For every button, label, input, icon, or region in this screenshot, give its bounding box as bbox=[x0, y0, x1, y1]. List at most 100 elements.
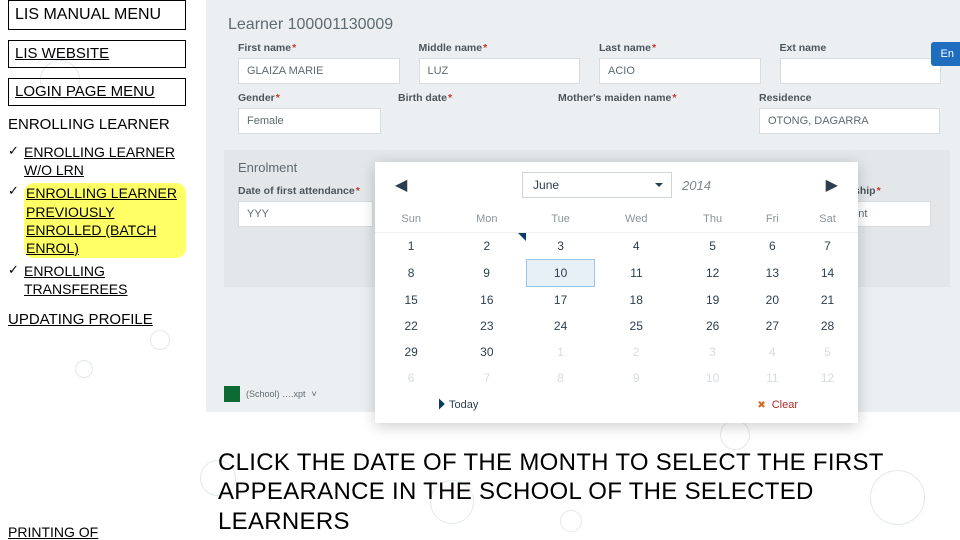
mother-name-label: Mother's maiden name bbox=[558, 92, 749, 104]
ext-name-input[interactable] bbox=[780, 58, 942, 84]
clear-button[interactable]: Clear bbox=[757, 399, 798, 411]
birth-date-label: Birth date bbox=[398, 92, 548, 104]
datepicker[interactable]: ◀ June 2014 ▶ SunMonTueWedThuFriSat 1234… bbox=[375, 162, 858, 423]
calendar-day[interactable]: 4 bbox=[748, 339, 797, 365]
first-name-input[interactable]: GLAIZA MARIE bbox=[238, 58, 400, 84]
login-page-link-box[interactable]: LOGIN PAGE MENU bbox=[8, 78, 186, 106]
middle-name-label: Middle name bbox=[419, 42, 590, 54]
weekday-label: Tue bbox=[526, 206, 594, 233]
export-xls-tab[interactable]: (School) ….xpt ˅ bbox=[224, 386, 317, 402]
weekday-label: Fri bbox=[748, 206, 797, 233]
calendar-day[interactable]: 20 bbox=[748, 287, 797, 314]
check-icon: ✓ bbox=[8, 143, 24, 159]
ext-name-label: Ext name bbox=[780, 42, 951, 54]
weekday-label: Mon bbox=[447, 206, 526, 233]
calendar-day[interactable]: 2 bbox=[595, 339, 678, 365]
learner-header: Learner 100001130009 bbox=[228, 16, 950, 34]
calendar-day[interactable]: 7 bbox=[797, 233, 858, 260]
sidebar-item[interactable]: ✓ENROLLING LEARNER W/O LRN bbox=[8, 143, 186, 179]
weekday-label: Sat bbox=[797, 206, 858, 233]
calendar-day[interactable]: 6 bbox=[748, 233, 797, 260]
sidebar-item-label[interactable]: ENROLLING LEARNER PREVIOUSLY ENROLLED (B… bbox=[24, 183, 186, 258]
calendar-day[interactable]: 17 bbox=[526, 287, 594, 314]
enrolling-submenu: ✓ENROLLING LEARNER W/O LRN✓ENROLLING LEA… bbox=[8, 143, 186, 299]
calendar-day[interactable]: 3 bbox=[526, 233, 594, 260]
residence-label: Residence bbox=[759, 92, 950, 104]
calendar-day[interactable]: 27 bbox=[748, 313, 797, 339]
sidebar-title: LIS MANUAL MENU bbox=[15, 5, 179, 25]
today-button[interactable]: Today bbox=[435, 399, 478, 411]
calendar-day[interactable]: 5 bbox=[797, 339, 858, 365]
learner-id: 100001130009 bbox=[288, 16, 394, 33]
check-icon: ✓ bbox=[8, 262, 24, 278]
calendar-day[interactable]: 26 bbox=[678, 313, 748, 339]
weekday-label: Sun bbox=[375, 206, 447, 233]
updating-profile-link[interactable]: UPDATING PROFILE bbox=[8, 311, 186, 328]
calendar-day[interactable]: 7 bbox=[447, 365, 526, 391]
weekday-label: Thu bbox=[678, 206, 748, 233]
calendar-day[interactable]: 1 bbox=[375, 233, 447, 260]
calendar-day[interactable]: 22 bbox=[375, 313, 447, 339]
calendar-day[interactable]: 29 bbox=[375, 339, 447, 365]
calendar-day[interactable]: 10 bbox=[526, 260, 594, 287]
next-month-icon[interactable]: ▶ bbox=[820, 175, 844, 195]
sidebar-item[interactable]: ✓ENROLLING TRANSFEREES bbox=[8, 262, 186, 298]
calendar-day[interactable]: 24 bbox=[526, 313, 594, 339]
calendar-day[interactable]: 4 bbox=[595, 233, 678, 260]
calendar-day[interactable]: 12 bbox=[797, 365, 858, 391]
calendar-day[interactable]: 9 bbox=[447, 260, 526, 287]
calendar-day[interactable]: 28 bbox=[797, 313, 858, 339]
calendar-day[interactable]: 21 bbox=[797, 287, 858, 314]
weekday-label: Wed bbox=[595, 206, 678, 233]
sidebar-item-label[interactable]: ENROLLING TRANSFEREES bbox=[24, 262, 186, 298]
calendar-day[interactable]: 5 bbox=[678, 233, 748, 260]
lis-website-link-box[interactable]: LIS WEBSITE bbox=[8, 40, 186, 68]
calendar-day[interactable]: 23 bbox=[447, 313, 526, 339]
year-label: 2014 bbox=[682, 178, 711, 193]
enrol-badge[interactable]: En bbox=[931, 42, 960, 66]
calendar-day[interactable]: 13 bbox=[748, 260, 797, 287]
sidebar-title-box: LIS MANUAL MENU bbox=[8, 0, 186, 30]
middle-name-input[interactable]: LUZ bbox=[419, 58, 581, 84]
prev-month-icon[interactable]: ◀ bbox=[389, 175, 413, 195]
calendar-day[interactable]: 9 bbox=[595, 365, 678, 391]
calendar-grid: SunMonTueWedThuFriSat 123456789101112131… bbox=[375, 206, 858, 391]
calendar-day[interactable]: 6 bbox=[375, 365, 447, 391]
lis-website-link[interactable]: LIS WEBSITE bbox=[15, 45, 109, 62]
calendar-day[interactable]: 12 bbox=[678, 260, 748, 287]
first-name-label: First name bbox=[238, 42, 409, 54]
enrolling-learner-heading: ENROLLING LEARNER bbox=[8, 116, 186, 133]
calendar-day[interactable]: 11 bbox=[748, 365, 797, 391]
month-select[interactable]: June bbox=[522, 172, 672, 198]
calendar-day[interactable]: 18 bbox=[595, 287, 678, 314]
calendar-day[interactable]: 30 bbox=[447, 339, 526, 365]
last-name-label: Last name bbox=[599, 42, 770, 54]
calendar-day[interactable]: 19 bbox=[678, 287, 748, 314]
sidebar-item-label[interactable]: ENROLLING LEARNER W/O LRN bbox=[24, 143, 186, 179]
calendar-day[interactable]: 14 bbox=[797, 260, 858, 287]
learner-label: Learner bbox=[228, 16, 283, 33]
calendar-day[interactable]: 8 bbox=[375, 260, 447, 287]
calendar-day[interactable]: 15 bbox=[375, 287, 447, 314]
calendar-day[interactable]: 1 bbox=[526, 339, 594, 365]
printing-link-cut[interactable]: PRINTING OF bbox=[8, 524, 98, 540]
gender-label: Gender bbox=[238, 92, 388, 104]
sidebar-item[interactable]: ✓ENROLLING LEARNER PREVIOUSLY ENROLLED (… bbox=[8, 183, 186, 258]
login-page-link[interactable]: LOGIN PAGE MENU bbox=[15, 83, 155, 100]
calendar-day[interactable]: 2 bbox=[447, 233, 526, 260]
last-name-input[interactable]: ACIO bbox=[599, 58, 761, 84]
calendar-day[interactable]: 10 bbox=[678, 365, 748, 391]
sidebar: LIS MANUAL MENU LIS WEBSITE LOGIN PAGE M… bbox=[8, 0, 186, 338]
calendar-day[interactable]: 3 bbox=[678, 339, 748, 365]
gender-select[interactable]: Female bbox=[238, 108, 381, 134]
calendar-day[interactable]: 11 bbox=[595, 260, 678, 287]
export-xls-label: (School) ….xpt bbox=[246, 389, 306, 399]
first-attendance-input[interactable]: YYY bbox=[238, 201, 373, 227]
calendar-day[interactable]: 8 bbox=[526, 365, 594, 391]
instruction-caption: CLICK THE DATE OF THE MONTH TO SELECT TH… bbox=[218, 448, 950, 536]
calendar-day[interactable]: 16 bbox=[447, 287, 526, 314]
residence-input[interactable]: OTONG, DAGARRA bbox=[759, 108, 940, 134]
calendar-day[interactable]: 25 bbox=[595, 313, 678, 339]
first-attendance-label: Date of first attendance bbox=[238, 185, 380, 197]
check-icon: ✓ bbox=[8, 183, 24, 199]
